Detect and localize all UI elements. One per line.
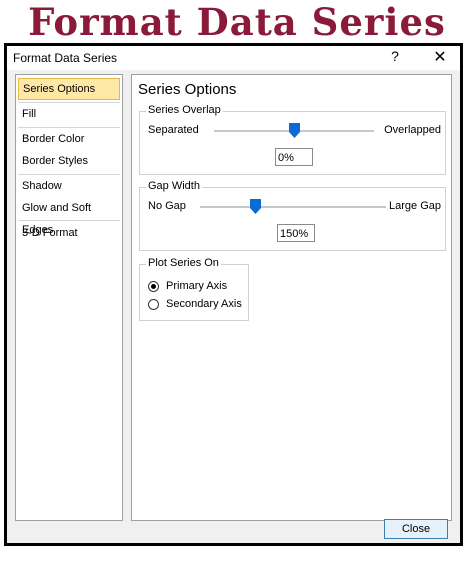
nav-item-glow-soft-edges[interactable]: Glow and Soft Edges [18,197,120,236]
secondary-axis-label: Secondary Axis [166,298,242,310]
gap-width-label: Gap Width [146,180,202,192]
category-list: Series Options Fill Border Color Border … [15,74,123,521]
close-button[interactable]: Close [384,519,448,539]
gap-width-group: Gap Width No Gap Large Gap 150% [139,180,446,251]
overlapped-label: Overlapped [384,124,441,136]
primary-axis-label: Primary Axis [166,280,228,292]
series-overlap-label: Series Overlap [146,104,223,116]
nav-divider [18,220,120,221]
primary-axis-radio[interactable] [148,281,159,292]
nav-item-shadow[interactable]: Shadow [18,175,120,197]
help-icon[interactable]: ? [388,48,402,64]
gap-width-value[interactable]: 150% [277,224,315,242]
format-data-series-dialog: Format Data Series ? ✕ Series Options Fi… [4,43,463,546]
series-overlap-slider-thumb[interactable] [288,123,300,138]
series-overlap-group: Series Overlap Separated Overlapped 0% [139,104,446,175]
banner-title: Format Data Series [28,0,446,44]
dialog-titlebar: Format Data Series ? ✕ [7,46,460,70]
nav-item-series-options[interactable]: Series Options [18,78,120,100]
nav-item-3d-format[interactable]: 3-D Format [18,222,120,244]
series-overlap-value[interactable]: 0% [275,148,313,166]
large-gap-label: Large Gap [389,200,441,212]
gap-width-slider-thumb[interactable] [250,199,262,214]
separated-label: Separated [148,124,199,136]
dialog-title: Format Data Series [13,51,118,65]
secondary-axis-radio[interactable] [148,299,159,310]
panel-title: Series Options [138,81,237,98]
close-icon[interactable]: ✕ [432,47,448,67]
nav-item-fill[interactable]: Fill [18,103,120,125]
nav-item-border-color[interactable]: Border Color [18,128,120,150]
options-panel: Series Options Series Overlap Separated … [131,74,452,521]
nav-item-border-styles[interactable]: Border Styles [18,150,120,172]
gap-width-slider-track[interactable] [200,206,386,208]
plot-series-on-group: Plot Series On Primary Axis Secondary Ax… [139,257,249,321]
plot-series-on-label: Plot Series On [146,257,221,269]
no-gap-label: No Gap [148,200,186,212]
